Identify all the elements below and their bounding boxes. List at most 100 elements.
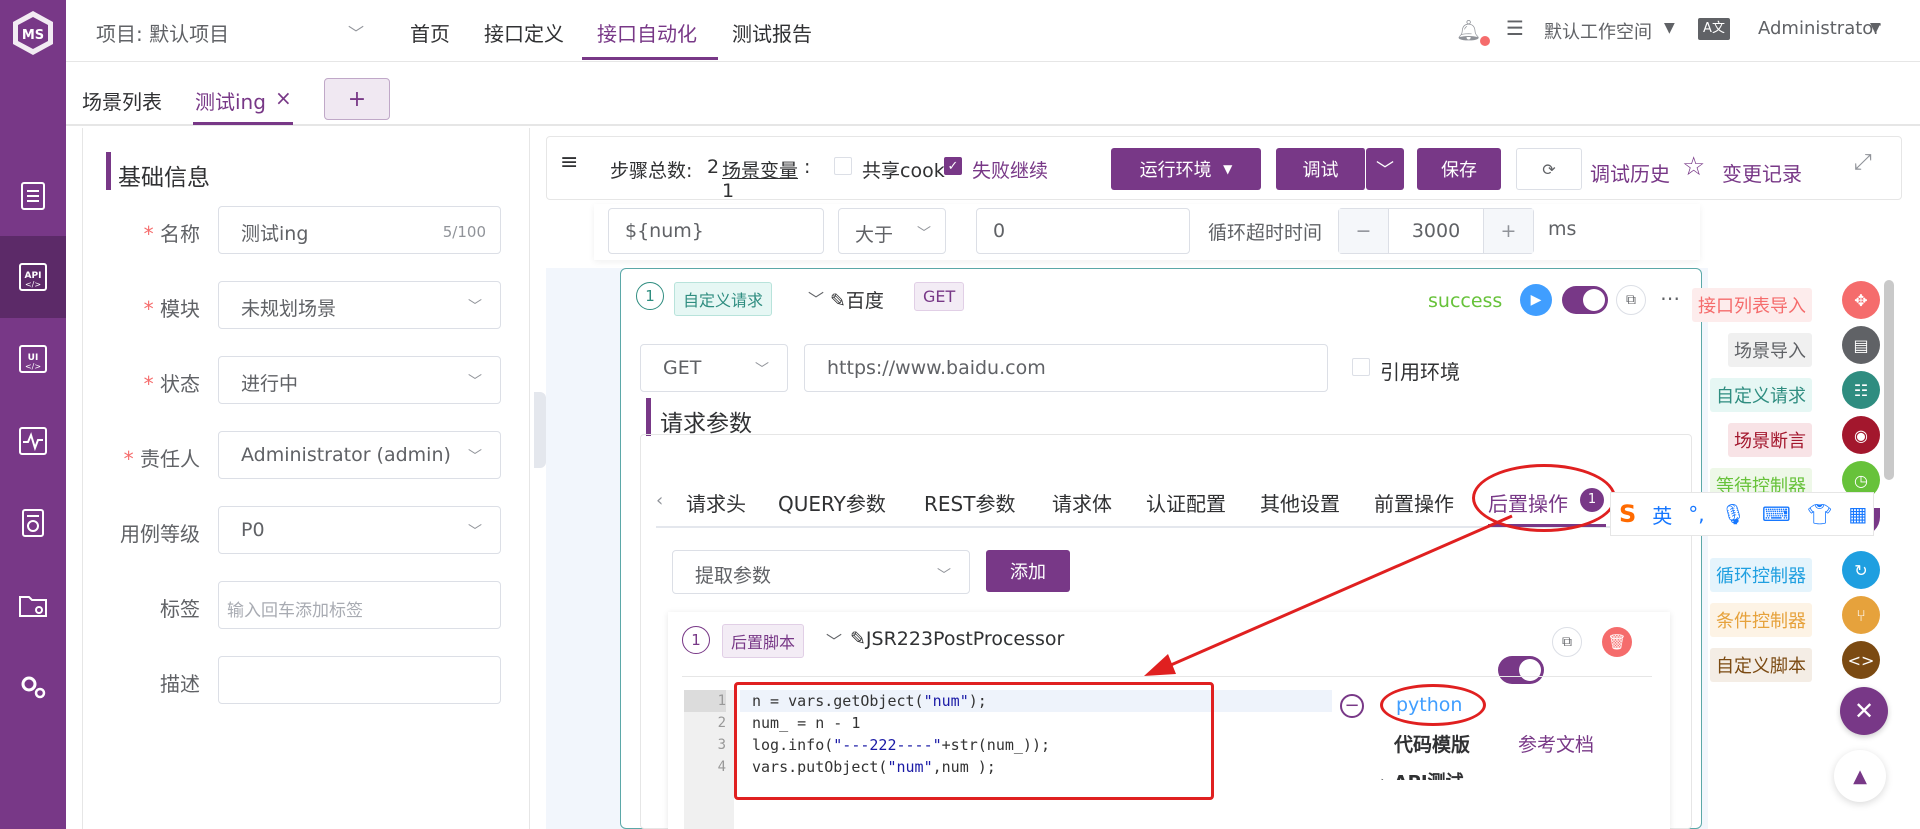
save-button[interactable]: 保存 [1417, 148, 1501, 190]
sidebar-item-settings[interactable] [0, 646, 66, 728]
scenario-assertion-icon[interactable]: ◉ [1842, 416, 1880, 454]
menu-icon[interactable]: ≡ [560, 150, 578, 175]
fail-continue-checkbox[interactable]: ✓ [944, 157, 962, 175]
delete-icon[interactable]: 🗑︎ [1602, 627, 1632, 657]
chevron-left-icon[interactable]: ‹ [656, 490, 663, 511]
debug-button[interactable]: 调试 [1276, 148, 1366, 190]
run-step-icon[interactable]: ▶ [1520, 284, 1552, 316]
tab-rest[interactable]: REST参数 [924, 488, 1015, 517]
tags-input[interactable]: 输入回车添加标签 [218, 581, 501, 629]
step-status: success [1428, 290, 1503, 312]
close-panel-icon[interactable]: ✕ [1840, 687, 1888, 735]
keyboard-icon[interactable]: ⌨︎ [1762, 502, 1791, 526]
method-select[interactable]: GET ﹀ [640, 344, 788, 392]
tab-body[interactable]: 请求体 [1052, 488, 1112, 517]
custom-request-icon[interactable]: ☷ [1842, 371, 1880, 409]
project-selector[interactable]: 项目: 默认项目 [96, 18, 229, 47]
scenario-variables-link[interactable]: 场景变量 [722, 156, 798, 183]
skin-icon[interactable]: 👕︎ [1807, 502, 1832, 526]
panel-custom-script[interactable]: 自定义脚本 [1710, 648, 1812, 682]
nav-test-report[interactable]: 测试报告 [732, 18, 812, 47]
share-cookie-checkbox[interactable] [834, 157, 852, 175]
api-test-tree-item[interactable]: › API测试 [1380, 768, 1464, 780]
panel-import-api-list[interactable]: 接口列表导入 [1692, 288, 1812, 322]
debug-history-link[interactable]: 调试历史 [1590, 158, 1670, 187]
panel-loop-controller[interactable]: 循环控制器 [1710, 558, 1812, 592]
loop-controller-icon[interactable]: ↻ [1842, 551, 1880, 589]
panel-custom-request[interactable]: 自定义请求 [1710, 378, 1812, 412]
module-select[interactable]: 未规划场景 ﹀ [218, 281, 501, 329]
star-icon[interactable]: ☆ [1682, 152, 1705, 182]
panel-import-scenario[interactable]: 场景导入 [1728, 333, 1812, 367]
sidebar-item-performance[interactable] [0, 400, 66, 482]
sidebar-item-project[interactable] [0, 564, 66, 646]
panel-scenario-assertion[interactable]: 场景断言 [1728, 423, 1812, 457]
workspace-selector[interactable]: 默认工作空间 [1544, 18, 1652, 44]
ime-language-toggle[interactable]: 英 [1652, 500, 1672, 529]
add-tab-button[interactable]: + [324, 78, 390, 120]
punctuation-icon[interactable]: °, [1688, 502, 1704, 526]
chevron-down-icon[interactable]: ﹀ [808, 286, 824, 310]
back-to-top-icon[interactable]: ▲ [1834, 750, 1886, 802]
collapse-icon[interactable]: − [1340, 694, 1364, 718]
extract-params-select[interactable]: 提取参数 ﹀ [672, 550, 970, 594]
status-select[interactable]: 进行中 ﹀ [218, 356, 501, 404]
reference-docs-link[interactable]: 参考文档 [1518, 730, 1594, 757]
import-api-list-icon[interactable]: ✥ [1842, 281, 1880, 319]
level-select[interactable]: P0 ﹀ [218, 506, 501, 554]
name-input[interactable]: 测试ing 5/100 [218, 206, 501, 254]
loop-value-input[interactable]: 0 [976, 208, 1190, 254]
url-input[interactable]: https://www.baidu.com [804, 344, 1328, 392]
loop-operator-select[interactable]: 大于 ﹀ [838, 208, 946, 254]
use-env-checkbox[interactable] [1352, 358, 1370, 376]
tab-scenario-list[interactable]: 场景列表 [82, 86, 162, 115]
nav-api-definition[interactable]: 接口定义 [484, 18, 564, 47]
principal-select[interactable]: Administrator (admin) ﹀ [218, 431, 501, 479]
tab-current-scenario[interactable]: 测试ing [195, 86, 266, 115]
sidebar-item-track[interactable] [0, 154, 66, 236]
tab-query[interactable]: QUERY参数 [778, 488, 886, 517]
loop-variable-input[interactable]: ${num} [608, 208, 824, 254]
microphone-icon[interactable]: 🎙︎ [1721, 502, 1746, 526]
toolbox-icon[interactable]: ▦ [1848, 502, 1867, 526]
chevron-down-icon[interactable]: ﹀ [826, 628, 842, 652]
description-textarea[interactable] [218, 656, 501, 704]
collapse-panel-handle[interactable] [534, 392, 546, 468]
tab-headers[interactable]: 请求头 [686, 488, 746, 517]
close-icon[interactable]: × [275, 86, 292, 110]
language-icon[interactable]: A文 [1698, 18, 1730, 40]
sidebar-item-ui[interactable]: UI </> [0, 318, 66, 400]
scenario-variables-count: 1 [722, 180, 735, 202]
nav-api-automation[interactable]: 接口自动化 [597, 18, 697, 47]
refresh-icon[interactable]: ⟳ [1516, 148, 1582, 190]
sidebar-item-api[interactable]: API </> [0, 236, 66, 318]
loop-timeout-stepper[interactable]: − 3000 + [1338, 208, 1534, 254]
panel-if-controller[interactable]: 条件控制器 [1710, 603, 1812, 637]
more-icon[interactable]: ⋯ [1660, 286, 1680, 310]
task-list-icon[interactable]: ☰ [1506, 16, 1524, 40]
step-enable-toggle[interactable] [1562, 286, 1608, 314]
caret-down-icon[interactable]: ▼ [1664, 20, 1675, 36]
ms-logo-icon[interactable]: MS [8, 8, 58, 58]
copy-icon[interactable]: ⧉ [1616, 285, 1646, 315]
chevron-down-icon[interactable]: ﹀ [348, 20, 364, 44]
decrease-button[interactable]: − [1339, 209, 1389, 253]
run-environment-button[interactable]: 运行环境 ▼ [1111, 148, 1261, 190]
import-scenario-icon[interactable]: ▤ [1842, 326, 1880, 364]
bell-icon[interactable]: 🔔︎ [1456, 18, 1481, 42]
debug-dropdown-button[interactable]: ﹀ [1366, 148, 1404, 190]
fullscreen-icon[interactable]: ⤢ [1854, 150, 1872, 175]
caret-down-icon[interactable]: ▼ [1870, 20, 1881, 36]
nav-home[interactable]: 首页 [410, 18, 450, 47]
branch-icon[interactable]: ⑂ [1842, 596, 1880, 634]
change-record-link[interactable]: 变更记录 [1722, 158, 1802, 187]
post-script-name[interactable]: ✎JSR223PostProcessor [850, 628, 1064, 650]
user-menu[interactable]: Administrator [1758, 18, 1881, 39]
copy-icon[interactable]: ⧉ [1552, 627, 1582, 657]
scrollbar[interactable] [1884, 280, 1894, 480]
sidebar-item-report[interactable] [0, 482, 66, 564]
increase-button[interactable]: + [1483, 209, 1533, 253]
add-post-op-button[interactable]: 添加 [986, 550, 1070, 592]
code-icon[interactable]: <> [1842, 641, 1880, 679]
step-name[interactable]: ✎百度 [830, 286, 884, 313]
